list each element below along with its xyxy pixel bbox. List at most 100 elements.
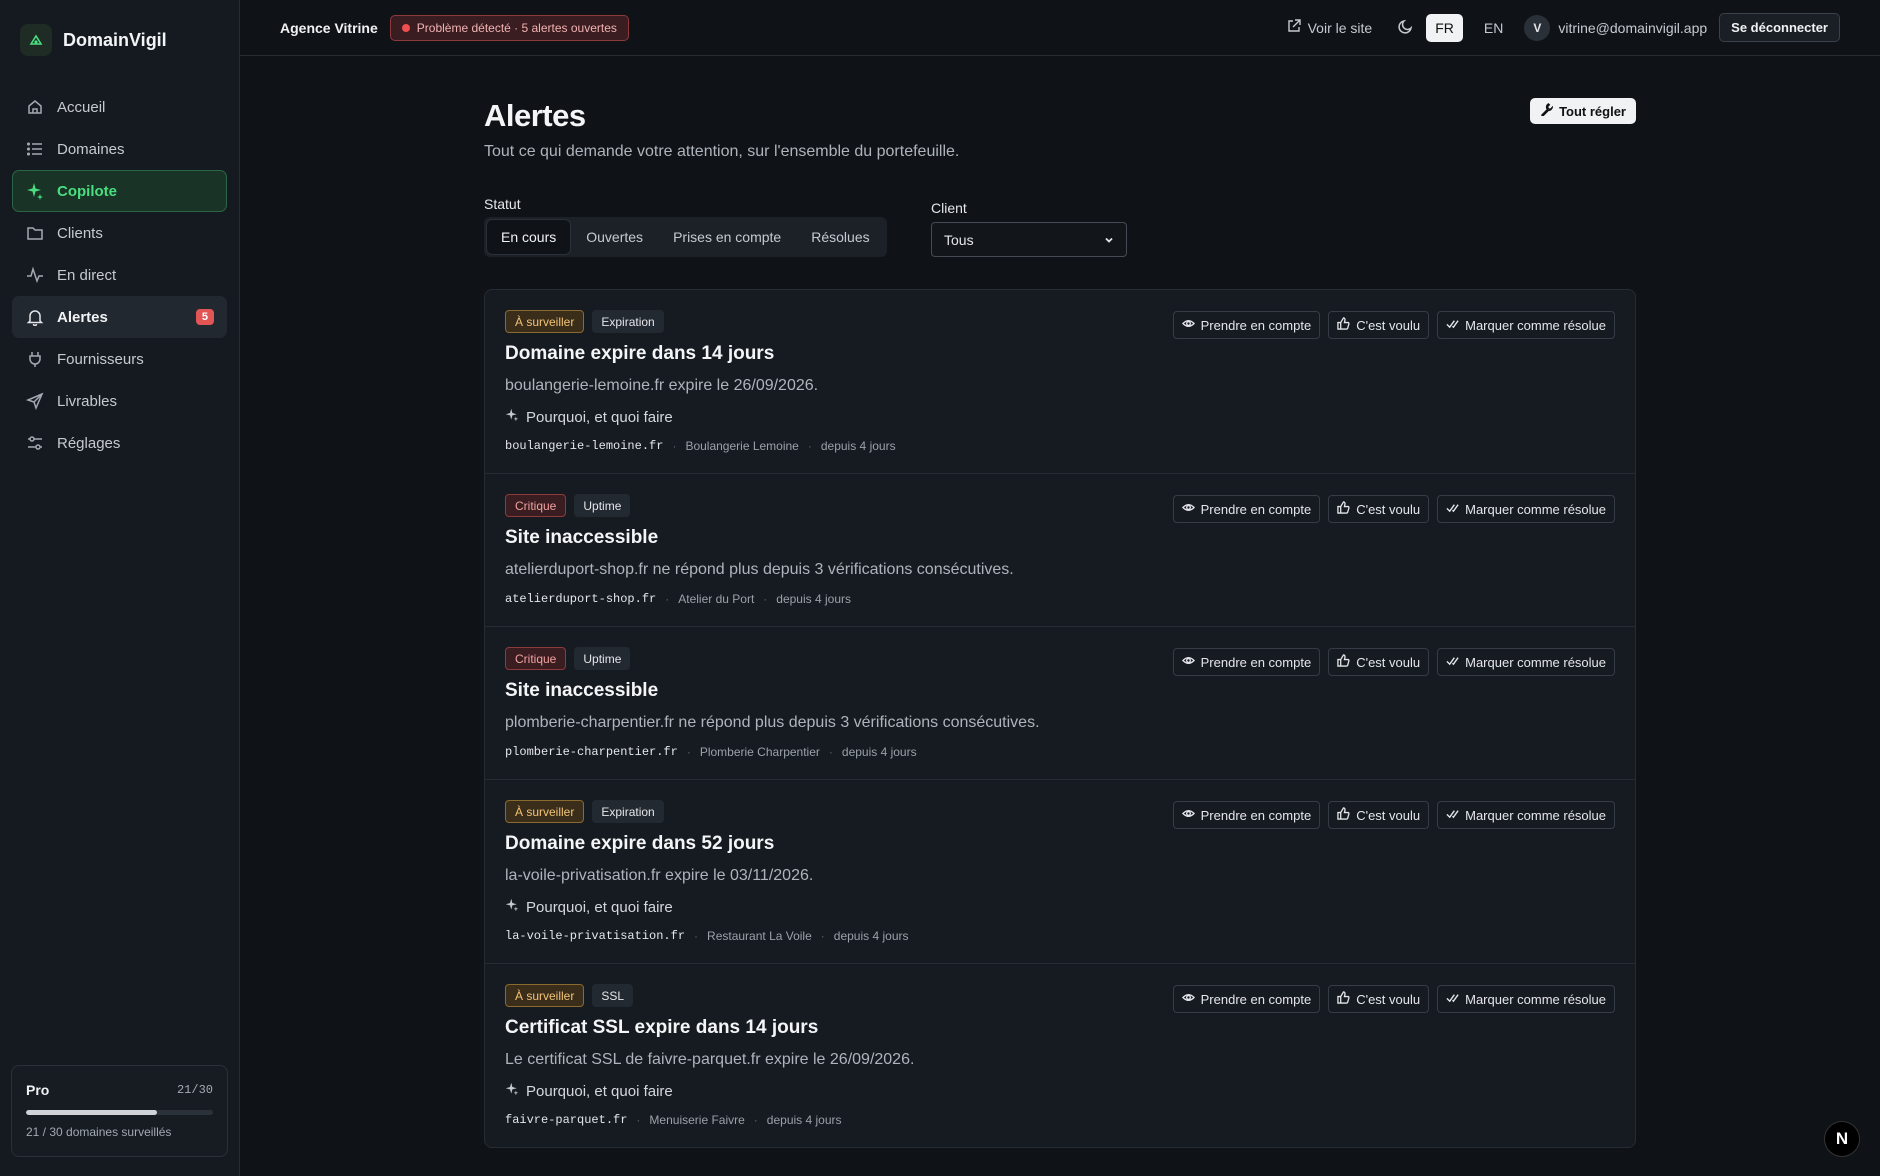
alert-card: Critique Uptime Prendre en compte C'est … <box>485 627 1635 780</box>
why-link[interactable]: Pourquoi, et quoi faire <box>505 408 1615 426</box>
alert-title: Domaine expire dans 14 jours <box>505 343 775 364</box>
acknowledge-button[interactable]: Prendre en compte <box>1172 495 1321 523</box>
sidebar-item-clients[interactable]: Clients <box>12 212 227 254</box>
sidebar-item-copilote[interactable]: Copilote <box>12 170 227 212</box>
why-label: Pourquoi, et quoi faire <box>526 1082 673 1100</box>
alert-client: Menuiserie Faivre <box>649 1113 745 1127</box>
why-label: Pourquoi, et quoi faire <box>526 408 673 426</box>
sidebar-item-label: Copilote <box>57 182 117 200</box>
resolve-label: Marquer comme résolue <box>1465 807 1606 823</box>
resolve-button[interactable]: Marquer comme résolue <box>1437 801 1615 829</box>
alert-title: Site inaccessible <box>505 527 659 548</box>
alert-domain[interactable]: plomberie-charpentier.fr <box>505 745 678 759</box>
bell-icon <box>25 307 45 327</box>
client-select[interactable]: Tous <box>931 222 1127 257</box>
tab-en-cours[interactable]: En cours <box>487 220 571 254</box>
sidebar-item-accueil[interactable]: Accueil <box>12 86 227 128</box>
sparkles-icon <box>505 898 519 916</box>
avatar[interactable]: V <box>1524 14 1551 41</box>
acknowledge-label: Prendre en compte <box>1200 654 1312 670</box>
eye-icon <box>1181 991 1195 1007</box>
activity-icon <box>25 265 45 285</box>
sparkles-icon <box>25 181 45 201</box>
thumbs-up-icon <box>1337 991 1350 1007</box>
resolve-button[interactable]: Marquer comme résolue <box>1437 648 1615 676</box>
alert-card: Critique Uptime Prendre en compte C'est … <box>485 474 1635 627</box>
logout-button[interactable]: Se déconnecter <box>1719 13 1840 42</box>
resolve-label: Marquer comme résolue <box>1465 654 1606 670</box>
status-text: Problème détecté · 5 alertes ouvertes <box>416 20 617 35</box>
lang-en-button[interactable]: EN <box>1475 14 1512 42</box>
alert-age: depuis 4 jours <box>820 439 896 453</box>
alert-description: atelierduport-shop.fr ne répond plus dep… <box>505 561 1014 578</box>
sidebar-item-label: Alertes <box>57 308 108 326</box>
status-badge[interactable]: Problème détecté · 5 alertes ouvertes <box>389 14 629 41</box>
view-site-link[interactable]: Voir le site <box>1287 19 1372 36</box>
sidebar-item-fournisseurs[interactable]: Fournisseurs <box>12 338 227 380</box>
intended-button[interactable]: C'est voulu <box>1328 801 1430 829</box>
alert-count-badge: 5 <box>195 309 214 325</box>
check-icon <box>1446 991 1459 1007</box>
sidebar: DomainVigil Accueil Domaines Copilote Cl… <box>0 0 240 1176</box>
tab-resolues[interactable]: Résolues <box>797 220 883 254</box>
eye-icon <box>1181 807 1195 823</box>
eye-icon <box>1181 654 1195 670</box>
kind-badge: SSL <box>592 984 634 1007</box>
sidebar-item-livrables[interactable]: Livrables <box>12 380 227 422</box>
resolve-button[interactable]: Marquer comme résolue <box>1437 985 1615 1013</box>
intended-button[interactable]: C'est voulu <box>1328 495 1430 523</box>
sparkles-icon <box>505 408 519 426</box>
sidebar-item-label: Domaines <box>57 140 125 158</box>
resolve-label: Marquer comme résolue <box>1465 317 1606 333</box>
brand[interactable]: DomainVigil <box>20 24 167 56</box>
sidebar-item-reglages[interactable]: Réglages <box>12 422 227 464</box>
intended-label: C'est voulu <box>1356 807 1421 823</box>
page-title: Alertes <box>484 98 586 133</box>
intended-button[interactable]: C'est voulu <box>1328 985 1430 1013</box>
acknowledge-button[interactable]: Prendre en compte <box>1172 801 1321 829</box>
dev-tools-badge[interactable]: N <box>1824 1121 1860 1157</box>
alert-description: la-voile-privatisation.fr expire le 03/1… <box>505 867 814 884</box>
acknowledge-button[interactable]: Prendre en compte <box>1172 311 1321 339</box>
resolve-button[interactable]: Marquer comme résolue <box>1437 495 1615 523</box>
alert-domain[interactable]: boulangerie-lemoine.fr <box>505 439 663 453</box>
sidebar-item-label: Accueil <box>57 98 106 116</box>
alert-age: depuis 4 jours <box>841 745 917 759</box>
intended-button[interactable]: C'est voulu <box>1328 648 1430 676</box>
kind-badge: Expiration <box>592 800 664 823</box>
alert-client: Restaurant La Voile <box>707 929 812 943</box>
check-icon <box>1446 807 1459 823</box>
acknowledge-button[interactable]: Prendre en compte <box>1172 648 1321 676</box>
fix-all-button[interactable]: Tout régler <box>1530 98 1636 124</box>
intended-button[interactable]: C'est voulu <box>1328 311 1430 339</box>
folder-icon <box>25 223 45 243</box>
sidebar-item-alertes[interactable]: Alertes 5 <box>12 296 227 338</box>
severity-badge: À surveiller <box>505 310 585 333</box>
severity-badge: Critique <box>505 647 567 670</box>
kind-badge: Uptime <box>574 494 631 517</box>
theme-toggle-moon-icon[interactable] <box>1398 18 1414 37</box>
lang-fr-button[interactable]: FR <box>1426 13 1463 42</box>
resolve-label: Marquer comme résolue <box>1465 991 1606 1007</box>
tab-ouvertes[interactable]: Ouvertes <box>572 220 657 254</box>
tab-prises-en-compte[interactable]: Prises en compte <box>659 220 795 254</box>
why-link[interactable]: Pourquoi, et quoi faire <box>505 898 1615 916</box>
acknowledge-button[interactable]: Prendre en compte <box>1172 985 1321 1013</box>
alert-client: Atelier du Port <box>678 592 755 606</box>
home-icon <box>25 97 45 117</box>
alert-age: depuis 4 jours <box>776 592 851 606</box>
plan-usage-card[interactable]: Pro 21/30 21 / 30 domaines surveillés <box>11 1065 228 1157</box>
status-tabs: En cours Ouvertes Prises en compte Résol… <box>484 217 887 257</box>
sidebar-item-en-direct[interactable]: En direct <box>12 254 227 296</box>
alert-client: Boulangerie Lemoine <box>685 439 799 453</box>
why-link[interactable]: Pourquoi, et quoi faire <box>505 1082 1615 1100</box>
intended-label: C'est voulu <box>1356 501 1421 517</box>
sidebar-item-domaines[interactable]: Domaines <box>12 128 227 170</box>
alert-domain[interactable]: la-voile-privatisation.fr <box>505 929 685 943</box>
alert-domain[interactable]: faivre-parquet.fr <box>505 1113 627 1127</box>
alert-domain[interactable]: atelierduport-shop.fr <box>505 592 656 606</box>
resolve-button[interactable]: Marquer comme résolue <box>1437 311 1615 339</box>
eye-icon <box>1181 317 1195 333</box>
client-filter-label: Client <box>931 200 967 216</box>
intended-label: C'est voulu <box>1356 654 1421 670</box>
